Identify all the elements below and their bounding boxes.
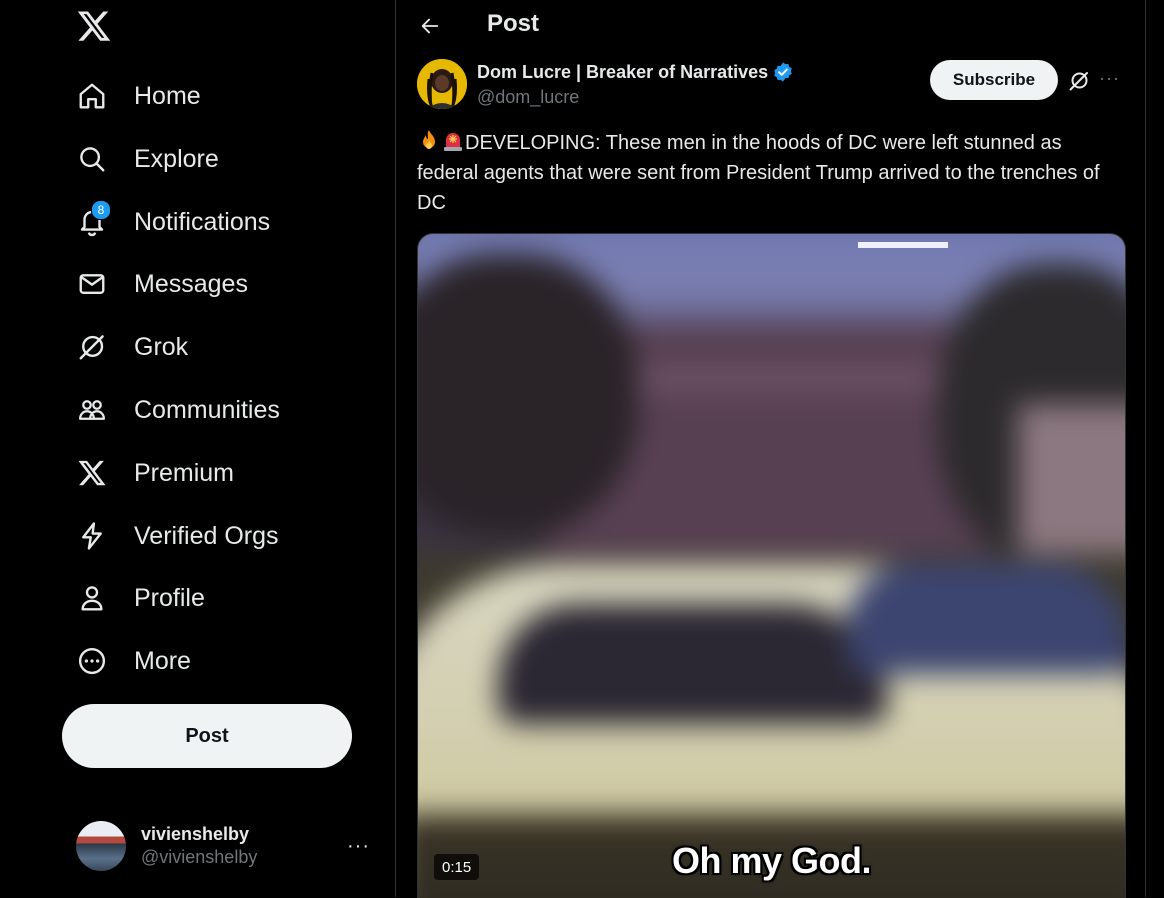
nav-more[interactable]: More [62, 635, 205, 687]
nav-home-label: Home [134, 81, 201, 110]
author-handle[interactable]: @dom_lucre [477, 87, 579, 108]
nav-messages[interactable]: Messages [62, 258, 262, 310]
nav-premium-label: Premium [134, 458, 235, 487]
verified-badge-icon [774, 62, 792, 82]
compose-post-button[interactable]: Post [62, 704, 352, 768]
nav-notifications-label: Notifications [134, 207, 271, 236]
nav-notifications[interactable]: 8 Notifications [62, 196, 284, 248]
grok-icon [76, 331, 108, 363]
left-sidebar: Home Explore 8 Notifications Messages Gr… [0, 0, 395, 897]
post-text: DEVELOPING: These men in the hoods of DC… [417, 128, 1117, 218]
nav-profile[interactable]: Profile [62, 572, 219, 624]
post-detail-column: Post Dom Lucre | Breaker of Narratives @… [395, 0, 1146, 898]
home-icon [76, 80, 108, 112]
search-icon [76, 143, 108, 175]
account-switcher[interactable]: vivienshelby @vivienshelby ··· [62, 814, 382, 878]
nav-home[interactable]: Home [62, 70, 215, 122]
x-logo-icon [76, 457, 108, 489]
mail-icon [76, 268, 108, 300]
nav-premium[interactable]: Premium [62, 447, 248, 499]
nav-grok[interactable]: Grok [62, 321, 202, 373]
nav-communities-label: Communities [134, 395, 280, 424]
more-circle-icon [76, 645, 108, 677]
author-avatar[interactable] [417, 59, 467, 109]
nav-messages-label: Messages [134, 269, 248, 298]
lightning-icon [76, 520, 108, 552]
nav-explore[interactable]: Explore [62, 133, 233, 185]
grok-icon[interactable] [1067, 69, 1091, 93]
x-logo-icon[interactable] [74, 6, 114, 46]
person-icon [76, 582, 108, 614]
video-caption: Oh my God. [671, 840, 872, 881]
nav-more-label: More [134, 646, 191, 675]
fire-icon [423, 130, 435, 149]
nav-verified-orgs[interactable]: Verified Orgs [62, 510, 293, 562]
nav-profile-label: Profile [134, 583, 205, 612]
avatar [76, 821, 126, 871]
video-player[interactable]: Oh my God. 0:15 [417, 233, 1126, 898]
nav-grok-label: Grok [134, 332, 189, 361]
video-frame [418, 234, 1125, 898]
nav-communities[interactable]: Communities [62, 384, 294, 436]
post-more-icon[interactable]: ··· [1099, 68, 1125, 92]
notification-badge: 8 [91, 200, 111, 220]
account-more-icon[interactable]: ··· [347, 836, 370, 856]
video-duration-badge: 0:15 [434, 854, 480, 880]
nav-verified-orgs-label: Verified Orgs [134, 521, 279, 550]
people-icon [76, 394, 108, 426]
subscribe-button[interactable]: Subscribe [930, 60, 1058, 100]
author-name[interactable]: Dom Lucre | Breaker of Narratives [477, 62, 768, 83]
post-body: DEVELOPING: These men in the hoods of DC… [417, 132, 1100, 214]
account-name: vivienshelby [141, 824, 250, 844]
siren-icon [444, 133, 462, 151]
account-handle: @vivienshelby [141, 847, 258, 867]
back-arrow-icon[interactable] [412, 8, 448, 44]
nav-explore-label: Explore [134, 144, 219, 173]
bell-icon: 8 [76, 200, 111, 238]
page-title: Post [487, 10, 540, 37]
